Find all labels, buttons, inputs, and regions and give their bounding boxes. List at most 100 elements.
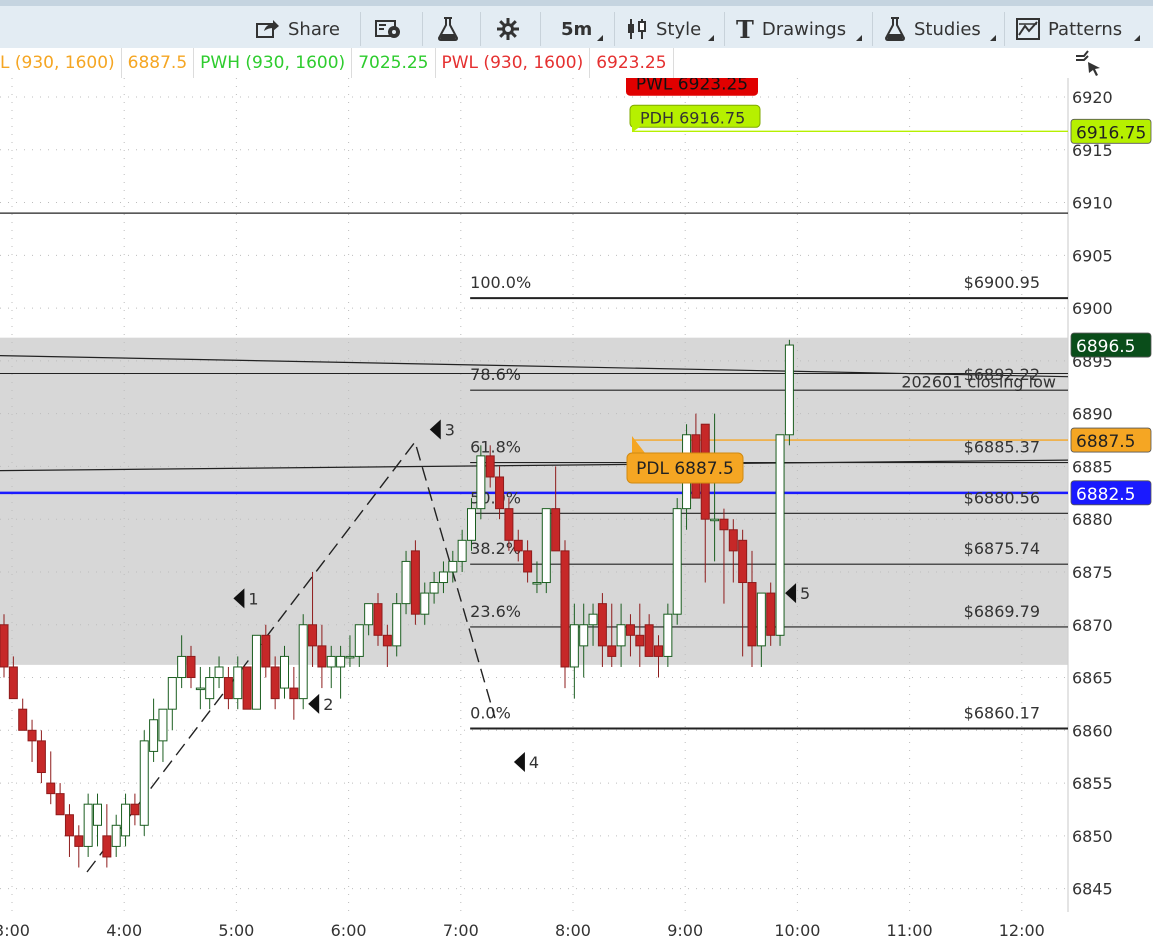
top-toolbar: Share 5m Style T Drawings Studies Patter… [0, 0, 1153, 48]
pattern-point-label: 4 [529, 753, 539, 772]
candle-body [130, 803, 140, 816]
candle-body [663, 613, 673, 657]
candle-body [654, 645, 663, 657]
pwh-study-label: PWH (930, 1600) [194, 48, 353, 78]
toolbar-divider [540, 12, 541, 46]
candles-icon [626, 18, 648, 40]
candle-body [551, 508, 561, 552]
candle-body [364, 603, 374, 626]
pattern-point-label: 2 [323, 695, 333, 714]
time-tick-label: 9:00 [667, 921, 703, 937]
candle-body [756, 592, 766, 647]
price-tick-label: 6920 [1072, 88, 1113, 107]
flask-icon [437, 17, 459, 41]
style-dropdown[interactable]: Style [626, 13, 718, 45]
crosshair-toggle-button[interactable] [1074, 48, 1104, 78]
time-tick-label: 4:00 [106, 921, 142, 937]
time-tick-label: 8:00 [555, 921, 591, 937]
drawings-dropdown[interactable]: T Drawings [736, 13, 866, 45]
pdl-study-label: L (930, 1600) [0, 48, 122, 78]
candle-body [616, 624, 626, 647]
candle-body [719, 518, 729, 531]
candle-body [195, 687, 205, 691]
candle-body [476, 455, 486, 510]
candle-body [401, 560, 411, 605]
price-chart[interactable]: 6845 6850 6855 6860 6865 6870 6875 6880 6885 6890… [0, 0, 1153, 937]
pwl-study-label: PWL (930, 1600) [436, 48, 591, 78]
fib-percent-label: 61.8% [470, 438, 521, 457]
fib-percent-label: 78.6% [470, 365, 521, 384]
candle-body [214, 666, 224, 679]
pattern-point-label: 1 [248, 589, 258, 608]
fib-price-label: $6892.22 [964, 365, 1040, 384]
time-tick-label: 5:00 [218, 921, 254, 937]
gear-icon [496, 17, 520, 41]
study-values-bar: L (930, 1600) 6887.5 PWH (930, 1600) 702… [0, 48, 1068, 78]
candle-body [541, 508, 551, 584]
fib-price-label: $6875.74 [964, 539, 1040, 558]
share-button[interactable]: Share [256, 13, 350, 45]
price-tick-label: 6890 [1072, 405, 1113, 424]
price-tick-label: 6850 [1072, 827, 1113, 846]
candle-body [270, 666, 280, 700]
candle-body [336, 655, 346, 668]
fib-price-label: $6880.56 [964, 488, 1040, 507]
candle-body [467, 508, 476, 541]
fib-percent-label: 38.2% [470, 539, 521, 558]
time-tick-label: 12:00 [999, 921, 1045, 937]
price-tick-label: 6910 [1072, 194, 1113, 213]
candle-body [635, 634, 645, 647]
timeframe-label: 5m [561, 18, 593, 40]
candle-body [167, 677, 177, 710]
studies-label: Studies [914, 18, 981, 40]
pwl-study-value: 6923.25 [590, 48, 674, 78]
candle-body [504, 508, 514, 541]
candle-body [457, 539, 467, 562]
candle-body [149, 719, 159, 752]
candle-body [392, 603, 402, 647]
timeframe-dropdown[interactable]: 5m [555, 13, 607, 45]
pdl-price-badge-label: 6887.5 [1076, 432, 1135, 452]
fib-price-label: $6885.37 [964, 438, 1040, 457]
text-T-icon: T [736, 14, 754, 44]
toolbar-divider [614, 12, 615, 46]
candle-body [27, 729, 37, 742]
candle-body [289, 687, 299, 700]
screenshot-button[interactable] [375, 13, 409, 45]
share-icon [256, 19, 280, 39]
price-tick-label: 6855 [1072, 774, 1113, 793]
candle-body [513, 539, 523, 552]
candle-body [36, 740, 46, 774]
screenshot-icon [375, 18, 401, 40]
price-tick-label: 6885 [1072, 457, 1113, 476]
candle-body [102, 835, 112, 858]
candle-body [317, 645, 327, 668]
time-tick-label: 11:00 [887, 921, 933, 937]
candle-body [298, 624, 308, 700]
studies-dropdown[interactable]: Studies [884, 13, 1000, 45]
candle-body [8, 666, 18, 700]
candle-body [607, 645, 617, 657]
candle-body [55, 793, 65, 816]
lab-button[interactable] [437, 13, 465, 45]
candle-body [747, 582, 757, 647]
candle-body [18, 708, 28, 731]
pwh-price-badge-label: 6916.75 [1076, 123, 1146, 143]
candle-body [83, 803, 93, 847]
drawings-label: Drawings [761, 18, 847, 40]
candle-body [205, 677, 215, 700]
patterns-dropdown[interactable]: Patterns [1016, 13, 1144, 45]
candle-body [345, 655, 355, 659]
candle-body [625, 624, 635, 636]
flask-icon [884, 17, 906, 41]
candle-body [784, 344, 794, 436]
candle-body [775, 434, 785, 636]
candle-body [382, 634, 392, 647]
fib-price-label: $6869.79 [964, 602, 1040, 621]
candle-body [710, 518, 720, 522]
candle-body [308, 624, 318, 647]
settings-button[interactable] [496, 13, 524, 45]
candle-body [644, 624, 654, 657]
candle-body [46, 782, 56, 795]
candle-body [569, 624, 579, 668]
